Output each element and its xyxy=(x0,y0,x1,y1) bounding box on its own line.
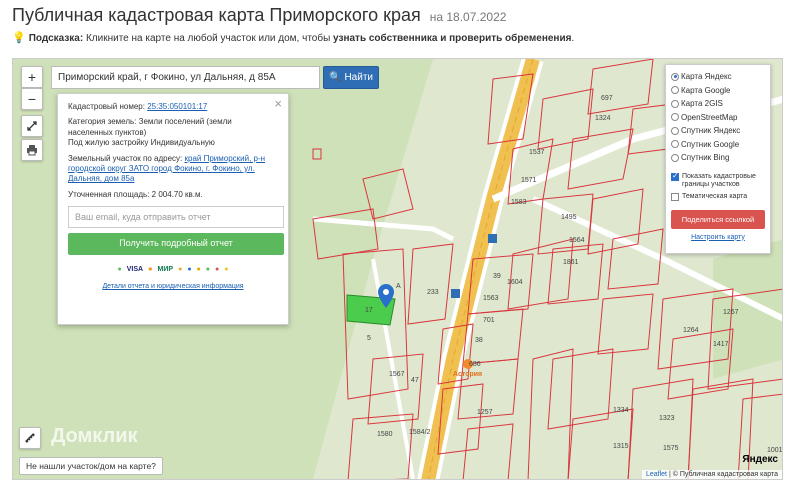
parcel-info-popup: × Кадастровый номер: 25:35:050101:17 Кат… xyxy=(57,93,289,325)
webmoney-icon: ● xyxy=(187,266,192,274)
zoom-in-icon[interactable]: + xyxy=(21,66,43,88)
area-label: Уточненная площадь: xyxy=(68,189,150,199)
layer-switcher: Карта Яндекс Карта Google Карта 2GIS Ope… xyxy=(665,64,771,254)
layer-option[interactable]: Карта Яндекс xyxy=(671,70,765,84)
land-use-value: Под жилую застройку Индивидуальную xyxy=(68,138,215,148)
layer-label: Спутник Google xyxy=(681,139,740,149)
hint-label: Подсказка: xyxy=(28,33,84,44)
radio-icon[interactable] xyxy=(671,126,679,135)
mastercard-icon: ●● xyxy=(148,266,153,274)
details-link[interactable]: Детали отчета и юридическая информация xyxy=(102,283,243,290)
close-icon[interactable]: × xyxy=(274,96,282,113)
hint-bold-text: узнать собственника и проверить обремене… xyxy=(333,33,572,44)
sberbank-icon: ● xyxy=(117,266,122,274)
cadastral-number-link[interactable]: 25:35:050101:17 xyxy=(147,102,207,111)
radio-icon[interactable] xyxy=(671,99,679,108)
yoomoney-icon: ● xyxy=(196,266,201,274)
layer-label: Карта Google xyxy=(681,85,731,95)
leaflet-link[interactable]: Leaflet xyxy=(646,471,667,478)
page-title-text: Публичная кадастровая карта Приморского … xyxy=(12,5,421,25)
hint-line: 💡 Подсказка: Кликните на карте на любой у… xyxy=(12,31,574,44)
attribution-text: | © Публичная кадастровая карта xyxy=(668,471,778,478)
layer-option[interactable]: Карта 2GIS xyxy=(671,97,765,111)
share-link-button[interactable]: Поделиться ссылкой xyxy=(671,209,765,229)
show-borders-option[interactable]: Показать кадастровые границы участков xyxy=(671,171,765,190)
land-category-label: Категория земель: xyxy=(68,117,137,127)
layer-option[interactable]: OpenStreetMap xyxy=(671,111,765,125)
fullscreen-icon[interactable] xyxy=(21,115,43,137)
checkbox-checked-icon[interactable] xyxy=(671,171,679,181)
layer-label: Спутник Яндекс xyxy=(681,126,741,136)
cadastral-number-label: Кадастровый номер: xyxy=(68,102,145,111)
thematic-label: Тематическая карта xyxy=(682,193,748,201)
mir-logo: МИР xyxy=(157,266,174,274)
yandex-logo: Яндекс xyxy=(742,454,778,465)
find-button[interactable]: 🔍 Найти xyxy=(323,66,379,89)
address-label: Земельный участок по адресу: xyxy=(68,153,183,163)
hint-text: Кликните на карте на любой участок или д… xyxy=(85,33,331,44)
payment-methods: ● VISA ●● МИР ● ● ● ● ● ● xyxy=(68,265,278,274)
page-title: Публичная кадастровая карта Приморского … xyxy=(12,5,506,26)
details-row: Детали отчета и юридическая информация xyxy=(68,282,278,291)
mts-icon: ● xyxy=(215,266,220,274)
setup-row: Настроить карту xyxy=(671,234,765,241)
layer-label: Карта Яндекс xyxy=(681,72,732,82)
radio-icon[interactable] xyxy=(671,153,679,162)
checkbox-icon[interactable] xyxy=(671,193,679,202)
radio-icon[interactable] xyxy=(671,113,679,122)
find-button-label: Найти xyxy=(344,72,373,83)
layer-option[interactable]: Карта Google xyxy=(671,84,765,98)
radio-icon[interactable] xyxy=(671,86,679,95)
visa-logo: VISA xyxy=(126,266,144,274)
not-found-button[interactable]: Не нашли участок/дом на карте? xyxy=(19,457,163,475)
page-date: на 18.07.2022 xyxy=(429,10,507,24)
order-report-button[interactable]: Получить подробный отчет xyxy=(68,233,284,256)
beeline-icon: ● xyxy=(224,266,229,274)
show-borders-label: Показать кадастровые границы участков xyxy=(682,172,756,188)
lightbulb-icon: 💡 xyxy=(12,32,26,44)
print-icon[interactable] xyxy=(21,139,43,161)
wallet-icon: ● xyxy=(178,266,183,274)
layer-label: Карта 2GIS xyxy=(681,99,723,109)
thematic-option[interactable]: Тематическая карта xyxy=(671,193,765,202)
layer-option[interactable]: Спутник Яндекс xyxy=(671,124,765,138)
cadastral-number-row: Кадастровый номер: 25:35:050101:17 xyxy=(68,102,278,112)
qiwi-icon: ● xyxy=(205,266,211,274)
domclick-watermark: Домклик xyxy=(51,425,138,447)
layer-option[interactable]: Спутник Google xyxy=(671,138,765,152)
zoom-out-icon[interactable]: − xyxy=(21,88,43,110)
address-search-input[interactable]: Приморский край, г Фокино, ул Дальняя, д… xyxy=(51,66,320,89)
hint-end: . xyxy=(571,33,575,44)
cadastral-map[interactable]: 17 5 233 39 1563 701 38 1604 1567 47 158… xyxy=(12,58,783,480)
setup-map-link[interactable]: Настроить карту xyxy=(691,234,745,241)
address-row: Земельный участок по адресу: край Примор… xyxy=(68,154,278,185)
area-row: Уточненная площадь: 2 004.70 кв.м. xyxy=(68,190,278,200)
land-category-row: Категория земель: Земли поселений (земли… xyxy=(68,117,278,148)
layer-label: Спутник Bing xyxy=(681,153,730,163)
radio-icon[interactable] xyxy=(671,72,679,81)
area-value: 2 004.70 кв.м. xyxy=(151,189,203,199)
map-attribution: Leaflet | © Публичная кадастровая карта xyxy=(641,470,782,479)
map-pin-icon[interactable] xyxy=(378,284,394,313)
ruler-icon[interactable] xyxy=(19,427,41,449)
search-icon: 🔍 xyxy=(329,72,342,83)
email-field[interactable]: Ваш email, куда отправить отчет xyxy=(68,206,284,229)
layer-option[interactable]: Спутник Bing xyxy=(671,151,765,165)
layer-label: OpenStreetMap xyxy=(681,112,738,122)
radio-icon[interactable] xyxy=(671,140,679,149)
